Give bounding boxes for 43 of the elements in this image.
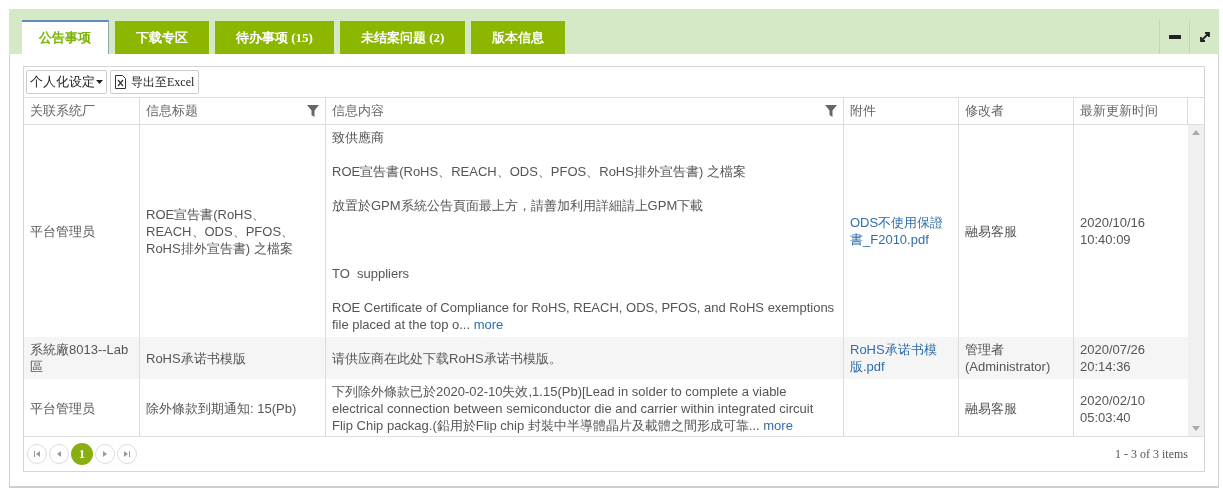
column-header[interactable]: 修改者 [959, 98, 1074, 124]
more-link[interactable]: more [473, 317, 504, 332]
column-header[interactable]: 关联系统厂 [24, 98, 140, 124]
more-link[interactable]: more [763, 418, 793, 433]
next-page-icon[interactable] [95, 444, 115, 464]
table-cell: 平台管理员 [30, 222, 95, 240]
table-cell-text: RoHS承诺书模版 [146, 349, 247, 367]
attachment-link[interactable]: ODS不使用保證書_F2010.pdf [850, 214, 952, 248]
column-header[interactable]: 附件 [844, 98, 959, 124]
export-button[interactable]: 导出至Excel [110, 70, 200, 94]
attachment-link[interactable]: RoHS承诺书模版.pdf [850, 341, 952, 375]
table-cell: 平台管理员 [30, 400, 95, 417]
table-cell-text: 2020/02/10 05:03:40 [1080, 391, 1147, 426]
scroll-down-icon[interactable] [1192, 426, 1200, 431]
table-cell-text: 2020/10/16 10:40:09 [1080, 214, 1147, 248]
table-cell-text: 管理者(Administrator) [965, 341, 1052, 375]
content-paragraph: ROE宣告書(RoHS、REACH、ODS、PFOS、RoHS排外宣告書) 之檔案 [332, 163, 747, 180]
content-paragraph: 致供應商 [332, 129, 385, 146]
filter-icon[interactable] [825, 105, 837, 117]
content-paragraph: ROE Certificate of Compliance for RoHS, REACH, ODS, PFOS, and RoHS exemptions file placed at the top o... more [332, 299, 836, 333]
content-paragraph: TO suppliers [332, 265, 411, 282]
first-page-icon[interactable] [27, 444, 47, 464]
pager-summary: 1 - 3 of 3 items [1115, 446, 1188, 463]
table-cell: 融易客服 [965, 400, 1017, 417]
caret-icon [96, 80, 103, 84]
column-header[interactable]: 信息标题 [140, 98, 326, 124]
content-paragraph: 请供应商在此处下载RoHS承诺书模版。 [332, 349, 563, 367]
table-cell-text: 2020/07/26 20:14:36 [1080, 341, 1147, 375]
excel-file-icon [115, 75, 126, 89]
table-cell: 融易客服 [965, 222, 1017, 240]
content-paragraph: 放置於GPM系統公告頁面最上方，請善加利用詳細請上GPM下載 [332, 197, 705, 214]
settings-dropdown[interactable]: 个人化设定 [26, 70, 107, 94]
content-paragraph: 下列除外條款已於2020-02-10失效,1.15(Pb)[Lead in solder to complete a viable electrical connection between semiconductor die and carrier within integrated circuit Flip Chip packag.(鉛用於Flip chip 封裝中半導體晶片及載體之間形成可靠... more [332, 383, 815, 434]
last-page-icon[interactable] [117, 444, 137, 464]
table-cell-text: 系統廠8013--Lab區 [30, 341, 130, 375]
table-cell-text: ROE宣告書(RoHS、REACH、ODS、PFOS、RoHS排外宣告書) 之檔案 [146, 205, 296, 257]
column-header[interactable]: 信息内容 [326, 98, 844, 124]
previous-page-icon[interactable] [49, 444, 69, 464]
column-header[interactable]: 最新更新时间 [1074, 98, 1188, 124]
scrollbar[interactable] [1188, 125, 1204, 436]
scroll-up-icon[interactable] [1192, 130, 1200, 135]
table-cell-text: 除外條款到期通知: 15(Pb) [146, 400, 298, 417]
filter-icon[interactable] [307, 105, 319, 117]
